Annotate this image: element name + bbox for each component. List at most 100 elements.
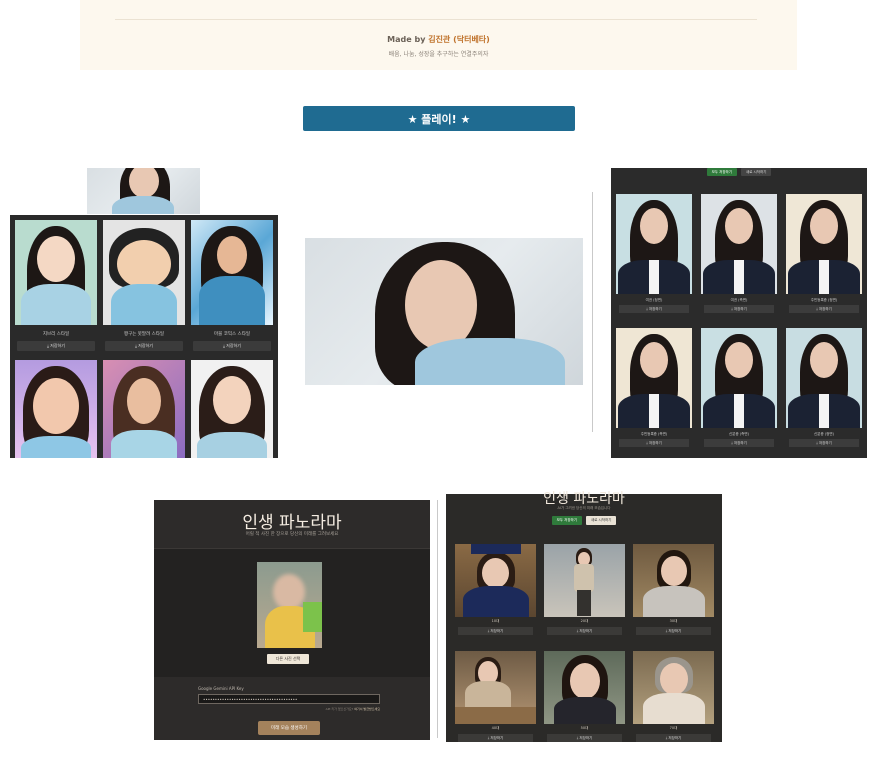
id-card: 여권 (측면) ⤓ 저장하기 [701, 194, 777, 316]
generate-future-button[interactable]: 미래 모습 생성하기 [258, 721, 320, 735]
age-card: 70대 ⤓ 저장하기 [633, 651, 714, 744]
age-card: 40대 ⤓ 저장하기 [455, 651, 536, 744]
save-button[interactable]: ⤓ 저장하기 [17, 341, 95, 351]
save-button[interactable]: ⤓ 저장하기 [789, 439, 859, 447]
results-subtitle: AI가 그려낸 당신의 미래 모습입니다 [557, 506, 611, 510]
page-title: 인생 파노라마 [242, 513, 342, 533]
id-label: 주민등록증 (정면) [810, 298, 838, 302]
age-label: 10대 [491, 619, 500, 623]
id-card: 여권 (정면) ⤓ 저장하기 [616, 194, 692, 316]
id-card: 주민등록증 (측면) ⤓ 저장하기 [616, 328, 692, 450]
uploaded-child-photo [257, 562, 322, 648]
id-card: 신분증 (정면) ⤓ 저장하기 [786, 328, 862, 450]
save-button[interactable]: ⤓ 저장하기 [547, 734, 622, 742]
style-card [103, 360, 185, 458]
play-button[interactable]: ★ 플레이! ★ [303, 106, 575, 131]
age-card: 50대 ⤓ 저장하기 [544, 651, 625, 744]
page-subtitle: 어릴 적 사진 한 장으로 당신의 미래를 그려보세요 [245, 532, 339, 537]
id-label: 신분증 (정면) [814, 432, 834, 436]
webtoon-style-image [191, 360, 273, 458]
id-label: 주민등록증 (측면) [640, 432, 668, 436]
api-hint-text: API 키가 없으신가요? [325, 707, 354, 711]
age-photo-office [633, 544, 714, 617]
shinchan-style-image [103, 220, 185, 325]
age-label: 30대 [669, 619, 678, 623]
save-button[interactable]: ⤓ 저장하기 [547, 627, 622, 635]
change-photo-button[interactable]: 다른 사진 선택 [267, 654, 309, 664]
style-card: 짱구는 못말려 스타일 ⤓ 저장하기 [103, 220, 185, 355]
id-tabs: 모두 저장하기 새로 시작하기 [611, 168, 867, 176]
age-photo-elderly [633, 651, 714, 724]
save-all-button[interactable]: 모두 저장하기 [551, 516, 582, 525]
save-button[interactable]: ⤓ 저장하기 [704, 439, 774, 447]
id-label: 여권 (측면) [730, 298, 748, 302]
restart-button[interactable]: 새로 시작하기 [586, 516, 617, 525]
age-card: 10대 ⤓ 저장하기 [455, 544, 536, 637]
life-panorama-input-panel: 인생 파노라마 어릴 적 사진 한 장으로 당신의 미래를 그려보세요 다른 사… [154, 500, 430, 740]
footer-credit: Made by 김진관 (닥터베타) [80, 34, 797, 45]
age-label: 40대 [491, 726, 500, 730]
id-photo [786, 194, 862, 294]
source-portrait-photo [305, 238, 583, 385]
author-link[interactable]: 김진관 (닥터베타) [428, 35, 490, 44]
source-photo-thumbnail [87, 168, 200, 214]
age-photo-cafe [455, 651, 536, 724]
save-button[interactable]: ⤓ 저장하기 [704, 305, 774, 313]
save-button[interactable]: ⤓ 저장하기 [619, 305, 689, 313]
id-label: 신분증 (측면) [729, 432, 749, 436]
id-card: 주민등록증 (정면) ⤓ 저장하기 [786, 194, 862, 316]
save-button[interactable]: ⤓ 저장하기 [789, 305, 859, 313]
style-card [191, 360, 273, 458]
age-photo-street [544, 544, 625, 617]
results-title: 인생 파노라마 [543, 491, 625, 507]
divider [592, 192, 593, 432]
restart-button[interactable]: 새로 시작하기 [741, 168, 772, 176]
results-tabs: 모두 저장하기 새로 시작하기 [446, 516, 722, 525]
footer-subtitle: 배움, 나눔, 성장을 추구하는 연결주의자 [388, 51, 489, 58]
id-photo [701, 328, 777, 428]
api-key-label: Google Gemini API Key [198, 686, 244, 691]
retro-style-image [103, 360, 185, 458]
id-photo [701, 194, 777, 294]
save-button[interactable]: ⤓ 저장하기 [105, 341, 183, 351]
api-key-input[interactable]: •••••••••••••••••••••••••••••••••••••••• [198, 694, 380, 704]
age-label: 50대 [580, 726, 589, 730]
id-photo-panel: 모두 저장하기 새로 시작하기 여권 (정면) ⤓ 저장하기 여권 (측면) ⤓… [611, 168, 867, 458]
age-photo-graduation [455, 544, 536, 617]
pixar-style-image [15, 360, 97, 458]
page: Made by 김진관 (닥터베타) 배움, 나눔, 성장을 추구하는 연결주의… [0, 0, 885, 765]
life-panorama-results-panel: 인생 파노라마 AI가 그려낸 당신의 미래 모습입니다 모두 저장하기 새로 … [446, 491, 722, 744]
ghibli-style-image [15, 220, 97, 325]
id-photo [616, 328, 692, 428]
id-photo [616, 194, 692, 294]
api-key-link[interactable]: 여기서 발급받으세요 [354, 707, 380, 711]
age-card: 20대 ⤓ 저장하기 [544, 544, 625, 637]
divider [437, 500, 438, 738]
style-label: 마블 코믹스 스타일 [214, 332, 250, 337]
style-label: 짱구는 못말려 스타일 [123, 332, 165, 337]
style-label: 지브리 스타일 [42, 332, 70, 337]
style-card: 마블 코믹스 스타일 ⤓ 저장하기 [191, 220, 273, 355]
id-card: 신분증 (측면) ⤓ 저장하기 [701, 328, 777, 450]
api-key-hint: API 키가 없으신가요? 여기서 발급받으세요 [326, 707, 380, 711]
style-card: 지브리 스타일 ⤓ 저장하기 [15, 220, 97, 355]
style-card [15, 360, 97, 458]
save-button[interactable]: ⤓ 저장하기 [193, 341, 271, 351]
save-button[interactable]: ⤓ 저장하기 [458, 627, 533, 635]
style-results-panel: 지브리 스타일 ⤓ 저장하기 짱구는 못말려 스타일 ⤓ 저장하기 마블 코믹스… [10, 215, 278, 458]
save-button[interactable]: ⤓ 저장하기 [619, 439, 689, 447]
id-label: 여권 (정면) [645, 298, 663, 302]
marvel-style-image [191, 220, 273, 325]
age-photo-portrait [544, 651, 625, 724]
save-button[interactable]: ⤓ 저장하기 [458, 734, 533, 742]
age-label: 20대 [580, 619, 589, 623]
save-button[interactable]: ⤓ 저장하기 [636, 627, 711, 635]
save-all-button[interactable]: 모두 저장하기 [706, 168, 737, 176]
footer-divider [115, 19, 757, 20]
save-button[interactable]: ⤓ 저장하기 [636, 734, 711, 742]
age-card: 30대 ⤓ 저장하기 [633, 544, 714, 637]
footer-card: Made by 김진관 (닥터베타) 배움, 나눔, 성장을 추구하는 연결주의… [80, 0, 797, 70]
age-label: 70대 [669, 726, 678, 730]
id-photo [786, 328, 862, 428]
made-by-prefix: Made by [387, 35, 429, 44]
